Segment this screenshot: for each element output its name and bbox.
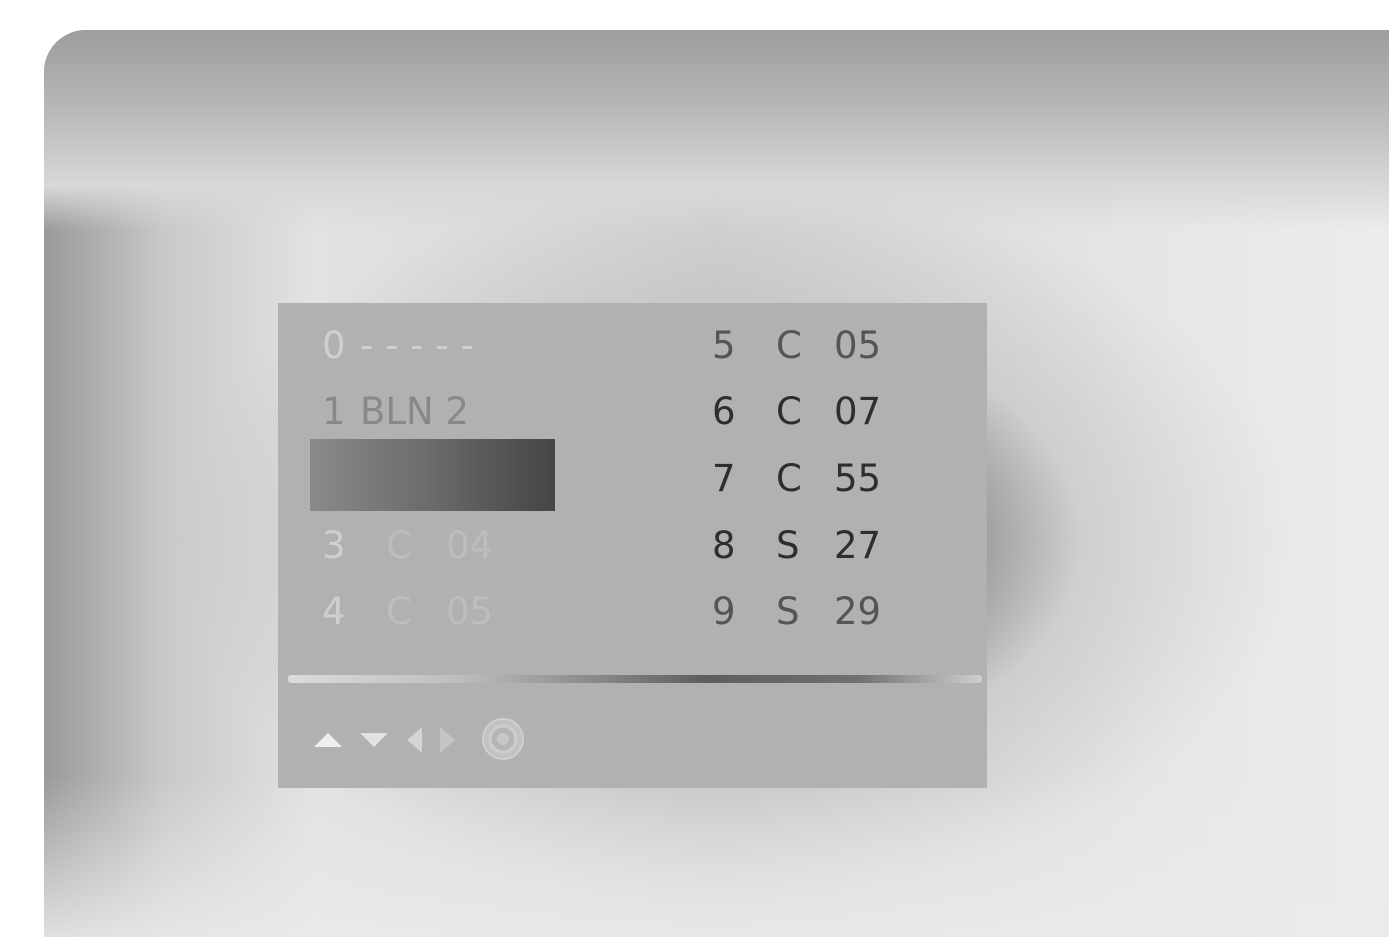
channel-row-6[interactable]: 6 C 07	[712, 386, 881, 438]
channel-type: C	[386, 524, 412, 567]
channel-value: 07	[834, 390, 882, 433]
channel-type: C	[776, 390, 802, 433]
up-arrow-icon	[314, 733, 342, 747]
channel-row-9[interactable]: 9 S 29	[712, 586, 881, 638]
channel-number: 3	[322, 524, 346, 567]
channel-value: 04	[446, 524, 494, 567]
channel-number: 6	[712, 390, 736, 433]
channel-row-5[interactable]: 5 C 05	[712, 320, 881, 372]
channel-value: 29	[834, 590, 882, 633]
channel-number: 0	[322, 324, 346, 367]
channel-number: 5	[712, 324, 736, 367]
top-band	[44, 30, 1389, 230]
channel-value: 55	[834, 457, 882, 500]
channel-row-7[interactable]: 7 C 55	[712, 453, 881, 505]
channel-number: 9	[712, 590, 736, 633]
channel-type: C	[776, 324, 802, 367]
channel-type: C	[386, 590, 412, 633]
channel-value: 05	[834, 324, 882, 367]
channel-number: 4	[322, 590, 346, 633]
channel-type: S	[776, 524, 800, 567]
channel-list-panel: 0 - - - - - 1 BLN 2 3 C 04 4 C 05 5 C 05…	[278, 303, 987, 788]
channel-value: 05	[446, 590, 494, 633]
channel-row-8[interactable]: 8 S 27	[712, 520, 881, 572]
channel-number: 1	[322, 390, 346, 433]
channel-row-4[interactable]: 4 C 05	[322, 586, 493, 638]
channel-number: 7	[712, 457, 736, 500]
panel-divider	[288, 675, 982, 683]
ok-button-icon	[482, 718, 524, 760]
channel-type: C	[776, 457, 802, 500]
navigation-hint	[310, 717, 570, 761]
channel-row-0[interactable]: 0 - - - - -	[322, 320, 474, 372]
channel-value: 27	[834, 524, 882, 567]
channel-type: - - - - -	[360, 324, 474, 367]
channel-row-1[interactable]: 1 BLN 2	[322, 386, 469, 438]
selected-channel-highlight[interactable]	[310, 439, 555, 511]
channel-row-3[interactable]: 3 C 04	[322, 520, 493, 572]
left-arrow-icon	[407, 727, 422, 753]
channel-type: BLN 2	[360, 390, 469, 433]
channel-number: 8	[712, 524, 736, 567]
channel-type: S	[776, 590, 800, 633]
down-arrow-icon	[360, 733, 388, 747]
right-arrow-icon	[440, 727, 455, 753]
